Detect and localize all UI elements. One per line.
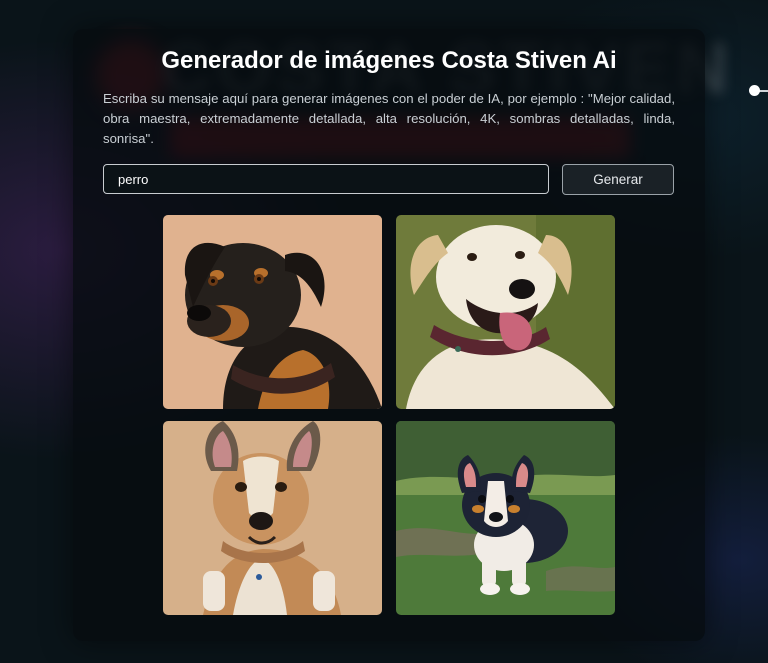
dog-labrador-image <box>396 215 615 409</box>
generate-button[interactable]: Generar <box>562 164 674 195</box>
dog-rottweiler-image <box>163 215 382 409</box>
prompt-input[interactable] <box>103 164 549 194</box>
result-image-3[interactable] <box>163 421 382 615</box>
dog-shepherd-mix-image <box>163 421 382 615</box>
image-results-grid <box>163 215 615 615</box>
instructions-text: Escriba su mensaje aquí para generar imá… <box>103 91 675 146</box>
result-image-4[interactable] <box>396 421 615 615</box>
page-title: Generador de imágenes Costa Stiven Ai <box>161 47 617 74</box>
result-image-2[interactable] <box>396 215 615 409</box>
result-image-1[interactable] <box>163 215 382 409</box>
dog-corgi-image <box>396 421 615 615</box>
edge-slider-handle[interactable] <box>749 85 760 96</box>
generator-card: Generador de imágenes Costa Stiven Ai Es… <box>73 29 705 641</box>
